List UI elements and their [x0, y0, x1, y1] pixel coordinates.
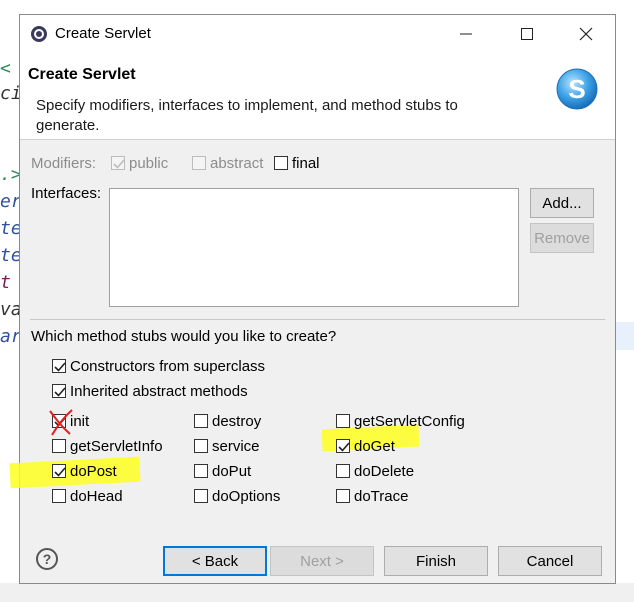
final-checkbox[interactable]: [274, 156, 288, 170]
getservletinfo-label: getServletInfo: [70, 438, 163, 455]
method-stubs-question: Which method stubs would you like to cre…: [31, 328, 337, 345]
close-button[interactable]: [572, 21, 600, 47]
page-title: Create Servlet: [28, 66, 136, 83]
page-description: Specify modifiers, interfaces to impleme…: [36, 97, 458, 134]
doput-label: doPut: [212, 463, 252, 480]
dohead-label: doHead: [70, 488, 123, 505]
interfaces-list[interactable]: [109, 188, 519, 307]
minimize-button[interactable]: [452, 21, 480, 47]
service-label: service: [212, 438, 260, 455]
doget-label: doGet: [354, 438, 395, 455]
cancel-button[interactable]: Cancel: [498, 546, 602, 576]
destroy-label: destroy: [212, 413, 262, 430]
getservletconfig-label: getServletConfig: [354, 413, 465, 430]
maximize-button[interactable]: [513, 21, 541, 47]
dooptions-checkbox[interactable]: [194, 489, 208, 503]
service-checkbox[interactable]: [194, 439, 208, 453]
servlet-wizard-icon: S: [553, 65, 601, 113]
title-bar: Create Servlet: [20, 15, 615, 53]
background-statusbar: [0, 583, 634, 602]
dopost-label: doPost: [70, 463, 117, 480]
eclipse-app-icon: [30, 25, 48, 43]
wizard-header: Create Servlet Specify modifiers, interf…: [20, 53, 615, 140]
back-button[interactable]: < Back: [163, 546, 267, 576]
constructors-checkbox[interactable]: [52, 359, 66, 373]
constructors-label: Constructors from superclass: [70, 358, 266, 375]
interfaces-label: Interfaces:: [31, 185, 102, 202]
create-servlet-dialog: Create Servlet Create Servlet Specify mo…: [9, 14, 616, 584]
finish-button[interactable]: Finish: [384, 546, 488, 576]
separator: [30, 319, 605, 320]
remove-interface-button[interactable]: Remove: [530, 223, 594, 253]
background-code: <: [0, 58, 11, 79]
abstract-checkbox[interactable]: [192, 156, 206, 170]
dotrace-label: doTrace: [354, 488, 409, 505]
getservletconfig-checkbox[interactable]: [336, 414, 350, 428]
getservletinfo-checkbox[interactable]: [52, 439, 66, 453]
dooptions-label: doOptions: [212, 488, 281, 505]
svg-text:S: S: [568, 74, 585, 104]
destroy-checkbox[interactable]: [194, 414, 208, 428]
doget-checkbox[interactable]: [336, 439, 350, 453]
window-title: Create Servlet: [55, 25, 151, 42]
dopost-checkbox[interactable]: [52, 464, 66, 478]
dodelete-label: doDelete: [354, 463, 415, 480]
help-icon[interactable]: ?: [36, 548, 58, 570]
inherited-abstract-checkbox[interactable]: [52, 384, 66, 398]
dotrace-checkbox[interactable]: [336, 489, 350, 503]
final-label: final: [292, 155, 320, 172]
public-checkbox[interactable]: [111, 156, 125, 170]
dohead-checkbox[interactable]: [52, 489, 66, 503]
abstract-label: abstract: [210, 155, 264, 172]
public-label: public: [129, 155, 169, 172]
next-button[interactable]: Next >: [270, 546, 374, 576]
doput-checkbox[interactable]: [194, 464, 208, 478]
modifiers-label: Modifiers:: [31, 155, 97, 172]
dodelete-checkbox[interactable]: [336, 464, 350, 478]
inherited-abstract-label: Inherited abstract methods: [70, 383, 248, 400]
add-interface-button[interactable]: Add...: [530, 188, 594, 218]
red-x-annotation-icon: [46, 407, 76, 437]
